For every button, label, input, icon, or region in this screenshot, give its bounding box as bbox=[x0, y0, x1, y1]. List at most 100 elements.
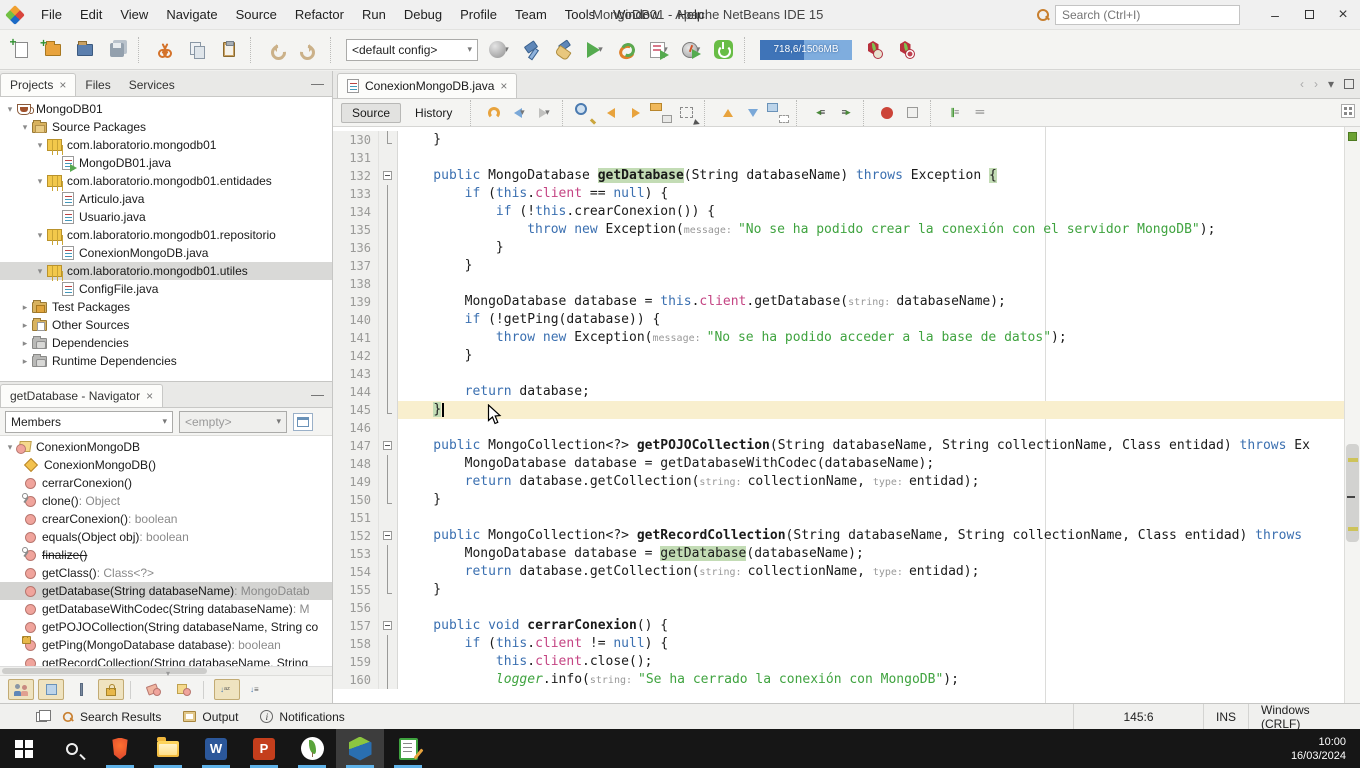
error-stripe-settings-icon[interactable] bbox=[1341, 104, 1355, 118]
history-view-button[interactable]: History bbox=[404, 103, 463, 123]
panel-tab-services[interactable]: Services bbox=[120, 73, 184, 96]
code-line-143[interactable]: 143 bbox=[333, 365, 1344, 383]
code-line-151[interactable]: 151 bbox=[333, 509, 1344, 527]
mongo-stop-button[interactable] bbox=[890, 35, 920, 65]
code-line-139[interactable]: 139 MongoDatabase database = this.client… bbox=[333, 293, 1344, 311]
code-line-146[interactable]: 146 bbox=[333, 419, 1344, 437]
chevron-right-icon[interactable]: ▸ bbox=[19, 356, 31, 367]
scroll-tabs-right-icon[interactable]: › bbox=[1314, 77, 1318, 91]
member-item[interactable]: equals(Object obj) : boolean bbox=[0, 528, 332, 546]
editor-tab-conexionmongodb[interactable]: ConexionMongoDB.java × bbox=[337, 73, 518, 98]
tree-item-com-laboratorio-mongodb01[interactable]: ▾ com.laboratorio.mongodb01 bbox=[0, 136, 332, 154]
editor-tab-close-icon[interactable]: × bbox=[500, 79, 507, 93]
menu-edit[interactable]: Edit bbox=[71, 7, 111, 22]
shift-line-right-button[interactable]: ≡▸ bbox=[834, 103, 856, 123]
filter-inner-classes-button[interactable] bbox=[171, 679, 197, 700]
restore-button[interactable] bbox=[1292, 0, 1326, 29]
rectangular-selection-button[interactable] bbox=[675, 103, 697, 123]
code-line-142[interactable]: 142 } bbox=[333, 347, 1344, 365]
tree-item-test-packages[interactable]: ▸ Test Packages bbox=[0, 298, 332, 316]
source-view-button[interactable]: Source bbox=[341, 102, 402, 123]
memory-usage-bar[interactable]: 718,6/1506MB bbox=[760, 39, 852, 60]
minimize-button[interactable]: – bbox=[1258, 0, 1292, 29]
code-line-149[interactable]: 149 return database.getCollection(string… bbox=[333, 473, 1344, 491]
spring-boot-button[interactable] bbox=[708, 35, 738, 65]
tab-list-icon[interactable]: ▾ bbox=[1328, 77, 1334, 91]
sort-alphabetically-button[interactable]: ↓ᵃᶻ bbox=[214, 679, 240, 700]
code-line-136[interactable]: 136 } bbox=[333, 239, 1344, 257]
member-item[interactable]: getDatabaseWithCodec(String databaseName… bbox=[0, 600, 332, 618]
tree-item-dependencies[interactable]: ▸ Dependencies bbox=[0, 334, 332, 352]
taskbar-brave[interactable] bbox=[96, 729, 144, 768]
config-combobox[interactable]: <default config> ▾ bbox=[346, 38, 478, 61]
panel-tab-files[interactable]: Files bbox=[76, 73, 119, 96]
previous-occurrence-button[interactable] bbox=[600, 103, 622, 123]
chevron-down-icon[interactable]: ▾ bbox=[34, 230, 46, 241]
show-static-button[interactable] bbox=[68, 679, 94, 700]
chevron-down-icon[interactable]: ▾ bbox=[34, 266, 46, 277]
sort-by-source-button[interactable]: ↓≡ bbox=[244, 679, 270, 700]
search-results-button[interactable]: Search Results bbox=[61, 710, 161, 724]
code-line-140[interactable]: 140 if (!getPing(database)) { bbox=[333, 311, 1344, 329]
member-item[interactable]: ConexionMongoDB() bbox=[0, 456, 332, 474]
notifications-button[interactable]: i Notifications bbox=[260, 710, 345, 724]
tab-close-icon[interactable]: × bbox=[59, 78, 66, 92]
chevron-down-icon[interactable]: ▾ bbox=[34, 140, 46, 151]
tree-item-conexionmongodb-java[interactable]: ConexionMongoDB.java bbox=[0, 244, 332, 262]
forward-button[interactable]: ▾ bbox=[533, 103, 555, 123]
window-mode-icon[interactable] bbox=[36, 709, 51, 722]
mongo-restart-button[interactable] bbox=[858, 35, 888, 65]
code-line-155[interactable]: 155 } bbox=[333, 581, 1344, 599]
next-bookmark-button[interactable] bbox=[742, 103, 764, 123]
show-fields-button[interactable] bbox=[38, 679, 64, 700]
code-line-154[interactable]: 154 return database.getCollection(string… bbox=[333, 563, 1344, 581]
menu-file[interactable]: File bbox=[32, 7, 71, 22]
code-line-138[interactable]: 138 bbox=[333, 275, 1344, 293]
rerun-button[interactable] bbox=[612, 35, 642, 65]
menu-team[interactable]: Team bbox=[506, 7, 556, 22]
code-line-135[interactable]: 135 throw new Exception(message: "No se … bbox=[333, 221, 1344, 239]
tree-item-configfile-java[interactable]: ConfigFile.java bbox=[0, 280, 332, 298]
code-line-145[interactable]: 145 } bbox=[333, 401, 1344, 419]
tree-item-articulo-java[interactable]: Articulo.java bbox=[0, 190, 332, 208]
taskbar-word[interactable]: W bbox=[192, 729, 240, 768]
tree-item-mongodb01[interactable]: ▾ MongoDB01 bbox=[0, 100, 332, 118]
copy-button[interactable] bbox=[182, 35, 212, 65]
chevron-down-icon[interactable]: ▾ bbox=[4, 104, 16, 115]
code-fold-start[interactable] bbox=[379, 527, 398, 545]
tree-item-com-laboratorio-mongodb01-utiles[interactable]: ▾ com.laboratorio.mongodb01.utiles bbox=[0, 262, 332, 280]
code-line-133[interactable]: 133 if (this.client == null) { bbox=[333, 185, 1344, 203]
panel-tab-projects[interactable]: Projects × bbox=[0, 73, 77, 96]
find-button[interactable] bbox=[575, 103, 597, 123]
code-line-132[interactable]: 132 public MongoDatabase getDatabase(Str… bbox=[333, 167, 1344, 185]
code-fold-start[interactable] bbox=[379, 437, 398, 455]
code-line-157[interactable]: 157 public void cerrarConexion() { bbox=[333, 617, 1344, 635]
code-line-147[interactable]: 147 public MongoCollection<?> getPOJOCol… bbox=[333, 437, 1344, 455]
code-fold-start[interactable] bbox=[379, 617, 398, 635]
taskbar-file-explorer[interactable] bbox=[144, 729, 192, 768]
clean-build-button[interactable] bbox=[548, 35, 578, 65]
navigator-columns-button[interactable] bbox=[293, 412, 313, 431]
code-line-144[interactable]: 144 return database; bbox=[333, 383, 1344, 401]
menu-debug[interactable]: Debug bbox=[395, 7, 451, 22]
toggle-highlight-button[interactable] bbox=[650, 103, 672, 123]
close-button[interactable]: × bbox=[1326, 0, 1360, 29]
member-item[interactable]: getClass() : Class<?> bbox=[0, 564, 332, 582]
next-occurrence-button[interactable] bbox=[625, 103, 647, 123]
taskbar-powerpoint[interactable]: P bbox=[240, 729, 288, 768]
open-project-button[interactable] bbox=[70, 35, 100, 65]
chevron-right-icon[interactable]: ▸ bbox=[19, 320, 31, 331]
code-line-134[interactable]: 134 if (!this.crearConexion()) { bbox=[333, 203, 1344, 221]
show-inherited-button[interactable] bbox=[8, 679, 34, 700]
code-line-137[interactable]: 137 } bbox=[333, 257, 1344, 275]
code-line-148[interactable]: 148 MongoDatabase database = getDatabase… bbox=[333, 455, 1344, 473]
menu-view[interactable]: View bbox=[111, 7, 157, 22]
search-input[interactable] bbox=[1055, 4, 1240, 25]
member-item[interactable]: finalize() bbox=[0, 546, 332, 564]
shift-line-left-button[interactable]: ◂≡ bbox=[809, 103, 831, 123]
code-line-141[interactable]: 141 throw new Exception(message: "No se … bbox=[333, 329, 1344, 347]
code-editor[interactable]: 130 } 131 132 public MongoDatabase getData… bbox=[333, 127, 1360, 703]
profile-project-button[interactable]: ▾ bbox=[676, 35, 706, 65]
undo-button[interactable] bbox=[262, 35, 292, 65]
menu-profile[interactable]: Profile bbox=[451, 7, 506, 22]
